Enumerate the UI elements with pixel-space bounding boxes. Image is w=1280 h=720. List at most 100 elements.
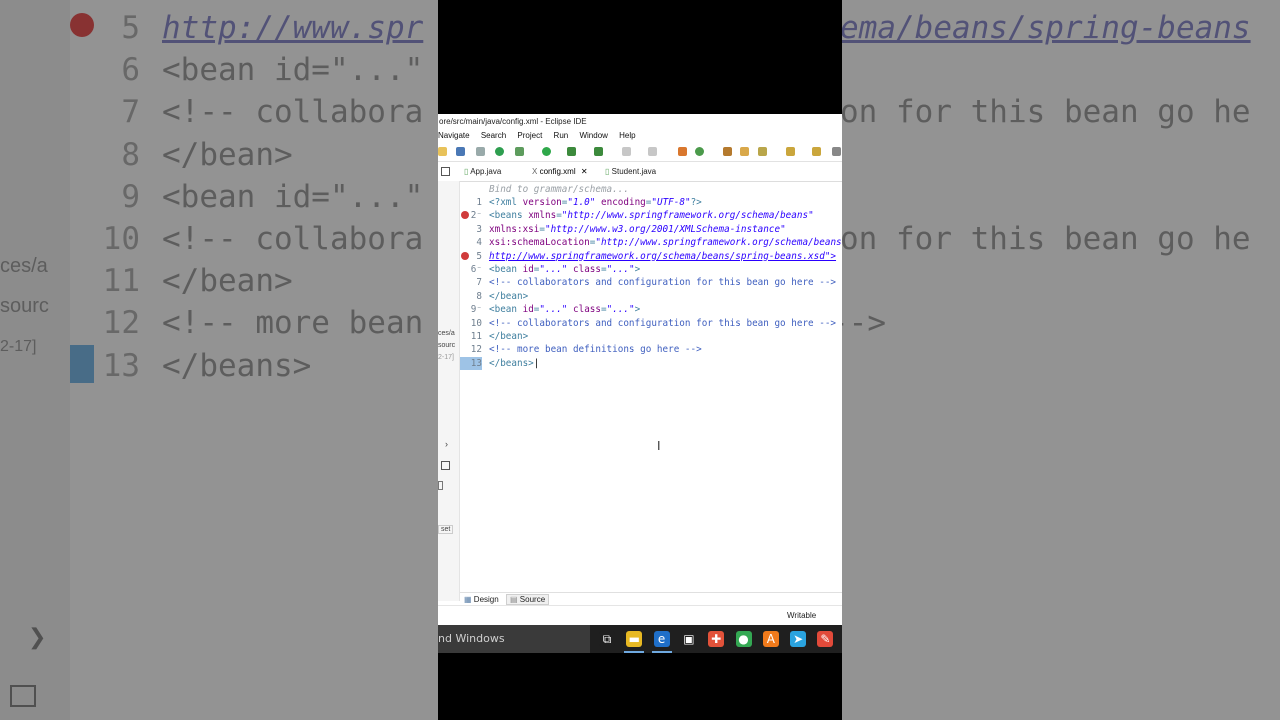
source-icon: ▤ xyxy=(510,595,518,604)
code-line: 6⁻ <bean id="..." class="..."> xyxy=(460,263,842,276)
panel-text: sourc xyxy=(438,342,456,349)
code-token: "http://www.springframework.org/schema/b… xyxy=(561,210,814,222)
xml-source-editor[interactable]: Bind to grammar/schema... 1 <?xml version… xyxy=(460,181,842,581)
previous-annotation-icon[interactable] xyxy=(812,147,821,156)
coverage-icon[interactable] xyxy=(567,147,576,156)
code-line: 5 http://www.springframework.org/schema/b… xyxy=(460,250,842,263)
window-title: ore/src/main/java/config.xml - Eclipse I… xyxy=(439,117,587,126)
windows-taskbar: nd Windows ⧉ ▬ e ▣ ✚ ● A ➤ ✎ xyxy=(438,625,842,653)
code-token: <!-- collaborators and configuration for… xyxy=(489,277,837,289)
panel-text: set xyxy=(438,525,454,534)
taskbar-search-box[interactable]: nd Windows xyxy=(438,625,590,653)
open-type-icon[interactable] xyxy=(648,147,657,156)
code-token: "1.0" xyxy=(567,197,596,208)
code-token: id xyxy=(522,304,534,316)
xml-file-icon: X xyxy=(532,167,538,176)
back-icon[interactable] xyxy=(832,147,841,156)
code-line: 7 <!-- collaborators and configuration fo… xyxy=(460,276,842,289)
external-tools-icon[interactable] xyxy=(594,147,603,156)
tab-label: config.xml xyxy=(539,167,576,176)
menu-run[interactable]: Run xyxy=(554,131,569,140)
tab-student-java[interactable]: ▯ Student.java xyxy=(605,167,656,176)
code-token: "http://www.w3.org/2001/XMLSchema-instan… xyxy=(544,223,786,235)
edge-browser-icon[interactable]: e xyxy=(653,631,670,647)
line-number: 8 xyxy=(476,290,482,302)
skip-breakpoints-icon[interactable] xyxy=(476,147,485,156)
line-number: 7 xyxy=(476,277,482,289)
search-icon[interactable] xyxy=(740,147,749,156)
tab-label: Design xyxy=(473,595,499,604)
code-token: </beans> xyxy=(489,357,534,369)
code-token: <bean xyxy=(489,304,523,316)
code-line: 13 </beans>| xyxy=(460,356,842,370)
code-line: 12 <!-- more bean definitions go here --> xyxy=(460,343,842,356)
code-token: <!-- more bean definitions go here --> xyxy=(489,344,702,356)
code-token: "..." xyxy=(606,264,635,275)
code-token: <bean xyxy=(489,264,523,275)
active-app-indicator xyxy=(651,651,672,653)
new-class-icon[interactable] xyxy=(695,147,704,156)
tab-label: Student.java xyxy=(611,167,657,176)
code-token: > xyxy=(634,264,641,275)
code-token: <?xml xyxy=(489,197,523,208)
tab-design[interactable]: ▦ Design xyxy=(464,595,499,604)
tab-source[interactable]: ▤ Source xyxy=(506,594,550,605)
active-app-indicator xyxy=(624,651,645,653)
file-explorer-icon[interactable]: ▬ xyxy=(626,631,643,647)
telegram-icon[interactable]: ➤ xyxy=(790,631,807,647)
menu-window[interactable]: Window xyxy=(579,131,607,140)
debug-icon[interactable] xyxy=(495,147,504,156)
code-token: "http://www.springframework.org/schema/b… xyxy=(595,237,842,249)
menu-help[interactable]: Help xyxy=(619,131,635,140)
code-token: encoding xyxy=(601,197,646,208)
menu-search[interactable]: Search xyxy=(481,131,506,140)
code-token: version xyxy=(522,197,562,208)
paint-icon[interactable]: ✎ xyxy=(817,631,834,647)
java-file-icon: ▯ xyxy=(605,167,610,176)
run-icon[interactable] xyxy=(542,147,551,156)
close-tab-icon[interactable]: ✕ xyxy=(581,167,588,176)
store-icon[interactable]: ▣ xyxy=(680,631,697,647)
code-line: 9⁻ <bean id="..." class="..."> xyxy=(460,303,842,316)
menu-navigate[interactable]: Navigate xyxy=(438,131,470,140)
tab-config-xml[interactable]: X config.xml ✕ xyxy=(532,167,588,176)
error-icon[interactable] xyxy=(461,251,469,260)
code-token: </bean> xyxy=(489,331,529,342)
main-toolbar xyxy=(438,143,842,162)
code-token: id xyxy=(522,264,534,275)
line-number: 1 xyxy=(476,197,482,208)
line-number: 12 xyxy=(470,344,482,356)
menu-project[interactable]: Project xyxy=(517,131,542,140)
code-token: "..." xyxy=(606,304,635,316)
chrome-icon[interactable]: ● xyxy=(735,631,752,647)
left-collapsed-panel: ces/a sourc 2-17] › set xyxy=(438,181,460,601)
tab-label: App.java xyxy=(470,167,502,176)
editor-tabs: ▯ App.java X config.xml ✕ ▯ Student.java xyxy=(438,164,842,182)
annotation-icon[interactable] xyxy=(758,147,767,156)
debug-dropdown-icon[interactable] xyxy=(515,147,524,156)
java-file-icon: ▯ xyxy=(464,167,469,176)
save-icon[interactable] xyxy=(438,147,447,156)
code-line: 10 <!-- collaborators and configuration f… xyxy=(460,317,842,330)
panel-stub-icon xyxy=(438,481,443,490)
restore-panel-icon[interactable] xyxy=(441,461,450,470)
expand-chevron-icon[interactable]: › xyxy=(445,439,448,449)
tab-app-java[interactable]: ▯ App.java xyxy=(464,167,501,176)
print-icon[interactable] xyxy=(456,147,465,156)
panel-text: 2-17] xyxy=(438,354,454,361)
line-number: 9⁻ xyxy=(470,304,482,316)
panel-text: ces/a xyxy=(438,330,455,337)
code-token: </bean> xyxy=(489,290,529,302)
minimize-panel-icon[interactable] xyxy=(441,167,450,176)
new-java-package-icon[interactable] xyxy=(678,147,687,156)
open-task-icon[interactable] xyxy=(723,147,732,156)
new-icon[interactable] xyxy=(622,147,631,156)
task-view-icon[interactable]: ⧉ xyxy=(599,631,615,647)
line-number: 11 xyxy=(470,331,482,342)
grammar-hint: Bind to grammar/schema... xyxy=(460,183,842,196)
avast-icon[interactable]: A xyxy=(762,631,779,647)
git-app-icon[interactable]: ✚ xyxy=(708,631,725,647)
next-annotation-icon[interactable] xyxy=(786,147,795,156)
text-cursor-icon: I xyxy=(657,439,661,453)
hint-text: Bind to grammar/schema... xyxy=(489,184,629,195)
